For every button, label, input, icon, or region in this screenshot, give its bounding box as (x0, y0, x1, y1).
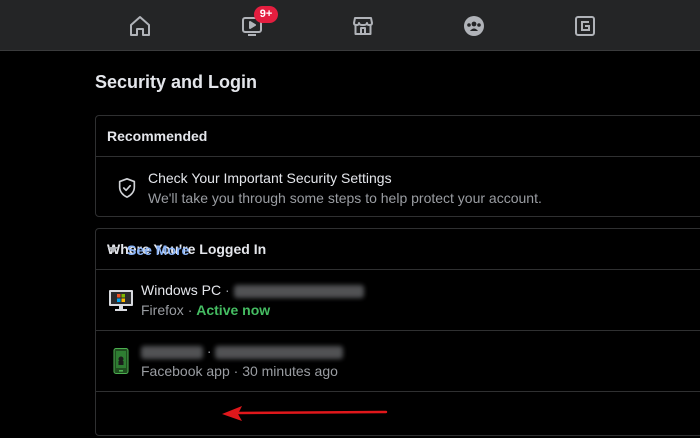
nav-watch[interactable]: 9+ (232, 0, 278, 51)
see-more-button[interactable]: See More (108, 242, 189, 258)
redacted-location (233, 284, 364, 298)
session-device-line: Windows PC · (141, 282, 364, 298)
active-status: Active now (196, 302, 271, 318)
session-browser: Firefox (141, 302, 184, 318)
logged-in-card: Where You're Logged In Windows PC · Fire… (95, 228, 700, 436)
session-row-windows[interactable]: Windows PC · Firefox · Active now (96, 270, 700, 331)
gaming-icon (575, 15, 595, 36)
top-navigation-bar: 9+ (0, 0, 700, 51)
separator-dot: · (225, 282, 230, 298)
session-app-line: Firefox · Active now (141, 302, 271, 318)
notification-badge: 9+ (254, 6, 278, 23)
recommended-header: Recommended (96, 116, 700, 157)
nav-groups[interactable] (454, 0, 494, 51)
groups-icon (464, 15, 484, 36)
shield-check-icon (118, 178, 136, 198)
separator-dot: · (206, 343, 212, 359)
nav-gaming[interactable] (565, 0, 605, 51)
redacted-device (141, 345, 203, 359)
desktop-computer-icon (109, 290, 133, 311)
session-app-line: Facebook app · 30 minutes ago (141, 363, 338, 379)
see-more-label: See More (127, 242, 190, 258)
session-device-name: Windows PC (141, 282, 222, 298)
nav-marketplace[interactable] (343, 0, 383, 51)
security-checkup-item[interactable]: Check Your Important Security Settings W… (96, 157, 700, 217)
home-icon (130, 15, 150, 36)
page-title: Security and Login (95, 72, 258, 92)
session-last-active: 30 minutes ago (242, 363, 338, 379)
session-app: Facebook app (141, 363, 230, 379)
security-checkup-subtitle: We'll take you through some steps to hel… (148, 190, 542, 206)
recommended-card: Recommended Check Your Important Securit… (95, 115, 700, 217)
redacted-location (215, 345, 344, 359)
session-device-line: · (141, 343, 344, 359)
nav-home[interactable] (120, 0, 160, 51)
caret-down-icon (108, 247, 118, 253)
marketplace-icon (353, 16, 373, 35)
red-arrow-annotation (222, 406, 388, 421)
mobile-phone-icon (113, 348, 129, 374)
session-row-phone[interactable]: · Facebook app · 30 minutes ago (96, 331, 700, 392)
security-checkup-title: Check Your Important Security Settings (148, 170, 392, 186)
